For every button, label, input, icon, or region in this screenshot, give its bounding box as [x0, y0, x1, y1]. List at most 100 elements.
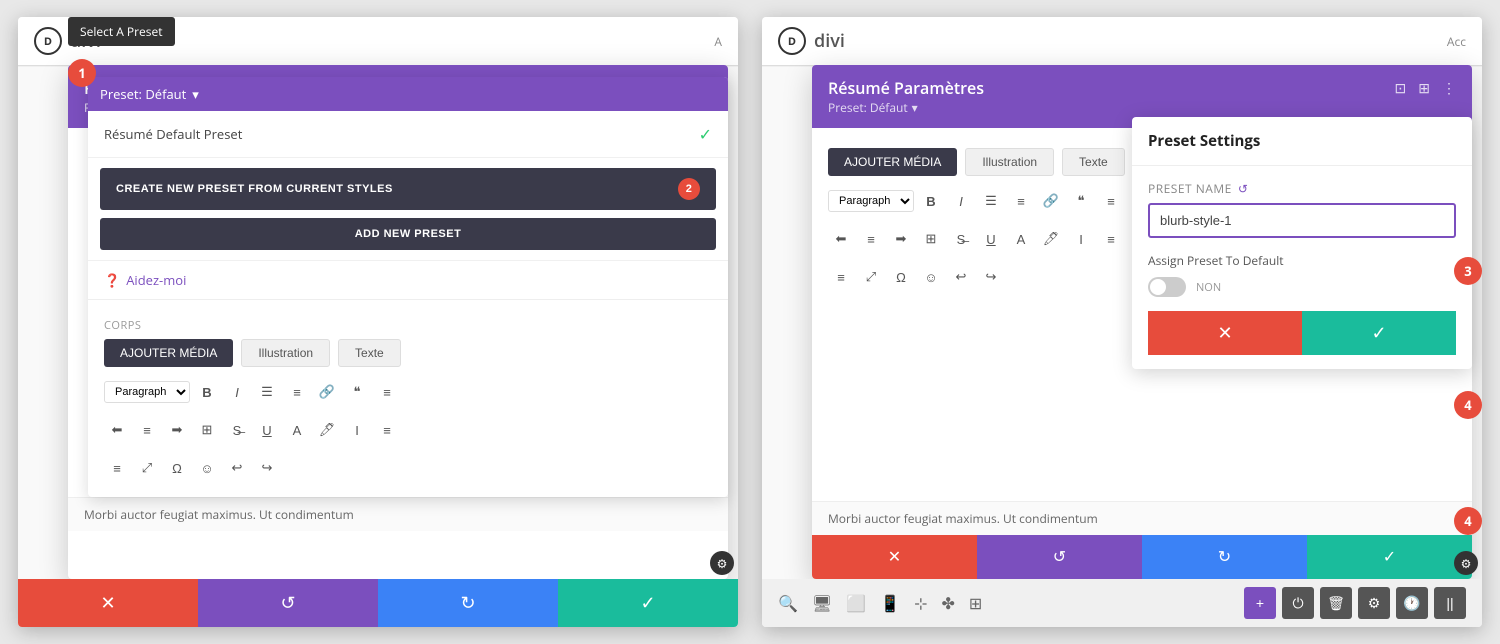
add-module-button[interactable]: +: [1244, 587, 1276, 619]
right-undo-button[interactable]: ↩: [948, 264, 974, 290]
expand-icon-right[interactable]: ⊡: [1395, 79, 1407, 98]
footer-reset-button-left[interactable]: ↺: [198, 579, 378, 627]
right-redo-toolbar-button[interactable]: ↪: [978, 264, 1004, 290]
desktop-icon[interactable]: 🖥: [812, 592, 832, 614]
right-format-button[interactable]: 🖊: [1038, 226, 1064, 252]
right-outdent-button[interactable]: ≡: [1098, 226, 1124, 252]
right-table-button[interactable]: ⊞: [918, 226, 944, 252]
right-list-ul-button[interactable]: ☰: [978, 188, 1004, 214]
move-icon[interactable]: ✤: [941, 592, 954, 614]
right-strikethrough-button[interactable]: S̶: [948, 226, 974, 252]
bottom-bar-left: 🔍 🖥 ⬜ 📱 ⊹ ✤ ⊞: [778, 592, 982, 614]
omega-button[interactable]: Ω: [164, 455, 190, 481]
right-tab-text-button[interactable]: Texte: [1062, 148, 1125, 176]
right-footer-confirm[interactable]: ✓: [1307, 535, 1472, 579]
list-ul-button[interactable]: ☰: [254, 379, 280, 405]
right-expand-button[interactable]: ⤢: [858, 264, 884, 290]
footer-confirm-button-left[interactable]: ✓: [558, 579, 738, 627]
align-justify-button[interactable]: ≡: [104, 455, 130, 481]
right-underline-button[interactable]: U: [978, 226, 1004, 252]
mobile-icon[interactable]: 📱: [880, 592, 900, 614]
align-button[interactable]: ≡: [374, 379, 400, 405]
toggle-row: NON: [1148, 277, 1456, 297]
search-bottom-icon[interactable]: 🔍: [778, 592, 798, 614]
right-align-center-button[interactable]: ≡: [858, 226, 884, 252]
right-omega-button[interactable]: Ω: [888, 264, 914, 290]
underline-button[interactable]: U: [254, 417, 280, 443]
footer-cancel-button-left[interactable]: ✕: [18, 579, 198, 627]
bottom-bar-right: + ⏻ 🗑 ⚙ 🕐 ||: [1244, 587, 1466, 619]
align-right-button[interactable]: ➡: [164, 417, 190, 443]
right-list-ol-button[interactable]: ≡: [1008, 188, 1034, 214]
more-icon-right[interactable]: ⋮: [1442, 79, 1456, 98]
emoji-button[interactable]: ☺: [194, 455, 220, 481]
columns-icon-right[interactable]: ⊞: [1418, 79, 1430, 98]
right-tab-illustration-button[interactable]: Illustration: [965, 148, 1054, 176]
help-icon: ❓: [104, 271, 120, 289]
right-footer-cancel[interactable]: ✕: [812, 535, 977, 579]
bold-button[interactable]: B: [194, 379, 220, 405]
right-indent-button[interactable]: I: [1068, 226, 1094, 252]
power-button[interactable]: ⏻: [1282, 587, 1314, 619]
right-quote-button[interactable]: ❝: [1068, 188, 1094, 214]
right-preset-subtitle[interactable]: Preset: Défaut ▾: [828, 99, 918, 116]
table-button[interactable]: ⊞: [194, 417, 220, 443]
delete-button[interactable]: 🗑: [1320, 587, 1352, 619]
right-link-button[interactable]: 🔗: [1038, 188, 1064, 214]
redo-toolbar-button[interactable]: ↪: [254, 455, 280, 481]
right-emoji-button[interactable]: ☺: [918, 264, 944, 290]
right-paragraph-select[interactable]: Paragraph: [828, 190, 914, 212]
layout-button[interactable]: ||: [1434, 587, 1466, 619]
strikethrough-button[interactable]: S̶: [224, 417, 250, 443]
quote-button[interactable]: ❝: [344, 379, 370, 405]
undo-button[interactable]: ↩: [224, 455, 250, 481]
link-button[interactable]: 🔗: [314, 379, 340, 405]
align-left-button[interactable]: ⬅: [104, 417, 130, 443]
preset-cancel-button[interactable]: ✕: [1148, 311, 1302, 355]
color-button[interactable]: A: [284, 417, 310, 443]
right-modal-actions: ⊡ ⊞ ⋮: [1395, 79, 1456, 98]
toggle-label: NON: [1196, 280, 1221, 295]
format-button[interactable]: 🖊: [314, 417, 340, 443]
select-icon[interactable]: ⊹: [914, 592, 927, 614]
right-align-button[interactable]: ≡: [1098, 188, 1124, 214]
add-preset-button[interactable]: ADD NEW PRESET: [100, 218, 716, 250]
settings-gear-icon-left[interactable]: ⚙: [710, 551, 734, 575]
right-tab-media-button[interactable]: AJOUTER MÉDIA: [828, 148, 957, 176]
help-row[interactable]: ❓ Aidez-moi: [88, 260, 728, 299]
create-preset-button[interactable]: CREATE NEW PRESET FROM CURRENT STYLES 2: [100, 168, 716, 210]
reset-icon[interactable]: ↺: [1238, 180, 1249, 197]
bottom-bar: 🔍 🖥 ⬜ 📱 ⊹ ✤ ⊞ + ⏻ 🗑 ⚙ 🕐 ||: [762, 579, 1482, 627]
preset-name-input[interactable]: [1148, 203, 1456, 238]
right-color-button[interactable]: A: [1008, 226, 1034, 252]
grid-icon[interactable]: ⊞: [969, 592, 982, 614]
right-align-justify-button[interactable]: ≡: [828, 264, 854, 290]
indent-button[interactable]: I: [344, 417, 370, 443]
history-button[interactable]: 🕐: [1396, 587, 1428, 619]
tab-text-button[interactable]: Texte: [338, 339, 401, 367]
footer-redo-button-left[interactable]: ↻: [378, 579, 558, 627]
settings-button[interactable]: ⚙: [1358, 587, 1390, 619]
expand-button[interactable]: ⤢: [134, 455, 160, 481]
right-align-right-button[interactable]: ➡: [888, 226, 914, 252]
right-bold-button[interactable]: B: [918, 188, 944, 214]
right-italic-button[interactable]: I: [948, 188, 974, 214]
preset-default-item[interactable]: Résumé Default Preset ✓: [88, 111, 728, 158]
right-align-left-button[interactable]: ⬅: [828, 226, 854, 252]
italic-button[interactable]: I: [224, 379, 250, 405]
tab-media-button[interactable]: AJOUTER MÉDIA: [104, 339, 233, 367]
create-preset-label: CREATE NEW PRESET FROM CURRENT STYLES: [116, 183, 393, 195]
right-footer-reset[interactable]: ↺: [977, 535, 1142, 579]
tab-illustration-button[interactable]: Illustration: [241, 339, 330, 367]
body-section: Corps AJOUTER MÉDIA Illustration Texte P…: [88, 299, 728, 497]
list-ol-button[interactable]: ≡: [284, 379, 310, 405]
align-center-button[interactable]: ≡: [134, 417, 160, 443]
paragraph-select[interactable]: Paragraph: [104, 381, 190, 403]
right-footer-redo[interactable]: ↻: [1142, 535, 1307, 579]
preset-confirm-button[interactable]: ✓: [1302, 311, 1456, 355]
preset-dropdown-header[interactable]: Preset: Défaut ▾: [88, 77, 728, 111]
settings-gear-icon-right[interactable]: ⚙: [1454, 551, 1478, 575]
assign-default-toggle[interactable]: [1148, 277, 1186, 297]
outdent-button[interactable]: ≡: [374, 417, 400, 443]
tablet-icon[interactable]: ⬜: [846, 592, 866, 614]
